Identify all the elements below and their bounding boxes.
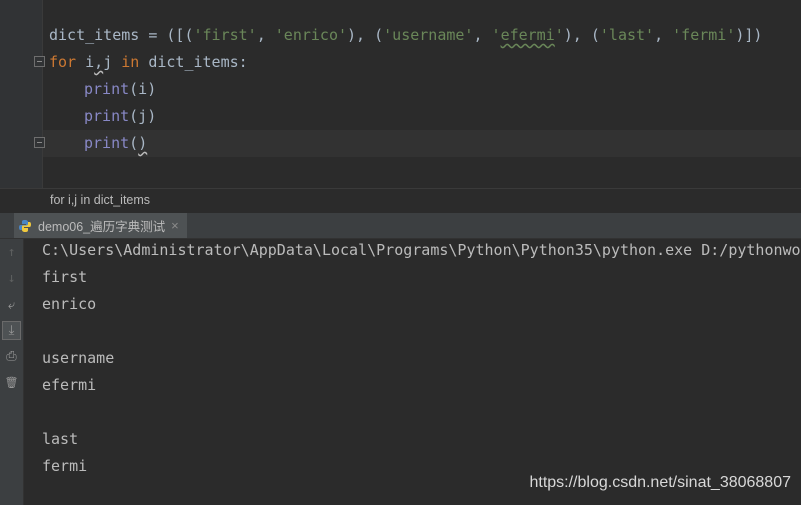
python-icon xyxy=(19,219,31,232)
code-line-4[interactable]: print(j) xyxy=(84,103,156,130)
breadcrumb-item[interactable]: for i,j in dict_items xyxy=(50,193,150,207)
console-output-line: efermi xyxy=(42,376,97,394)
gutter-separator xyxy=(42,0,43,188)
console-output-line: username xyxy=(42,349,115,367)
console-output-line: last xyxy=(42,430,79,448)
soft-wrap-icon[interactable]: ⤶ xyxy=(2,296,21,315)
print-icon[interactable]: ⎙ xyxy=(2,347,21,366)
code-line-5[interactable]: print() xyxy=(84,130,147,157)
run-console[interactable]: ↑ ↓ ⤶ ⤓ ⎙ 🗑 C:\Users\Administrator\AppDa… xyxy=(0,239,801,505)
code-editor[interactable]: dict_items = ([('first', 'enrico'), ('us… xyxy=(0,0,801,188)
run-tab-label: demo06_遍历字典测试 xyxy=(38,220,166,234)
ide-window: dict_items = ([('first', 'enrico'), ('us… xyxy=(0,0,801,505)
code-line-1[interactable]: dict_items = ([('first', 'enrico'), ('us… xyxy=(49,22,762,49)
console-command-line: C:\Users\Administrator\AppData\Local\Pro… xyxy=(42,241,801,259)
trash-icon[interactable]: 🗑 xyxy=(2,373,21,392)
console-output-line: fermi xyxy=(42,457,88,475)
code-line-2[interactable]: for i,j in dict_items: xyxy=(49,49,248,76)
close-icon[interactable]: × xyxy=(171,218,179,233)
watermark: https://blog.csdn.net/sinat_38068807 xyxy=(529,474,791,491)
spelling-warning: efermi xyxy=(500,26,555,44)
fold-toggle-icon[interactable] xyxy=(34,56,45,67)
caret-line-highlight xyxy=(43,130,801,157)
arrow-down-icon[interactable]: ↓ xyxy=(2,269,21,288)
scroll-to-end-icon[interactable]: ⤓ xyxy=(2,321,21,340)
breadcrumb[interactable]: for i,j in dict_items xyxy=(0,188,801,213)
console-output-line: first xyxy=(42,268,88,286)
run-tab[interactable]: demo06_遍历字典测试 × xyxy=(14,213,187,238)
run-tab-bar: demo06_遍历字典测试 × xyxy=(0,213,801,239)
console-output-line: enrico xyxy=(42,295,97,313)
editor-gutter xyxy=(0,0,42,188)
code-line-3[interactable]: print(i) xyxy=(84,76,156,103)
console-toolbar: ↑ ↓ ⤶ ⤓ ⎙ 🗑 xyxy=(0,239,24,505)
arrow-up-icon[interactable]: ↑ xyxy=(2,243,21,262)
fold-end-icon[interactable] xyxy=(34,137,45,148)
